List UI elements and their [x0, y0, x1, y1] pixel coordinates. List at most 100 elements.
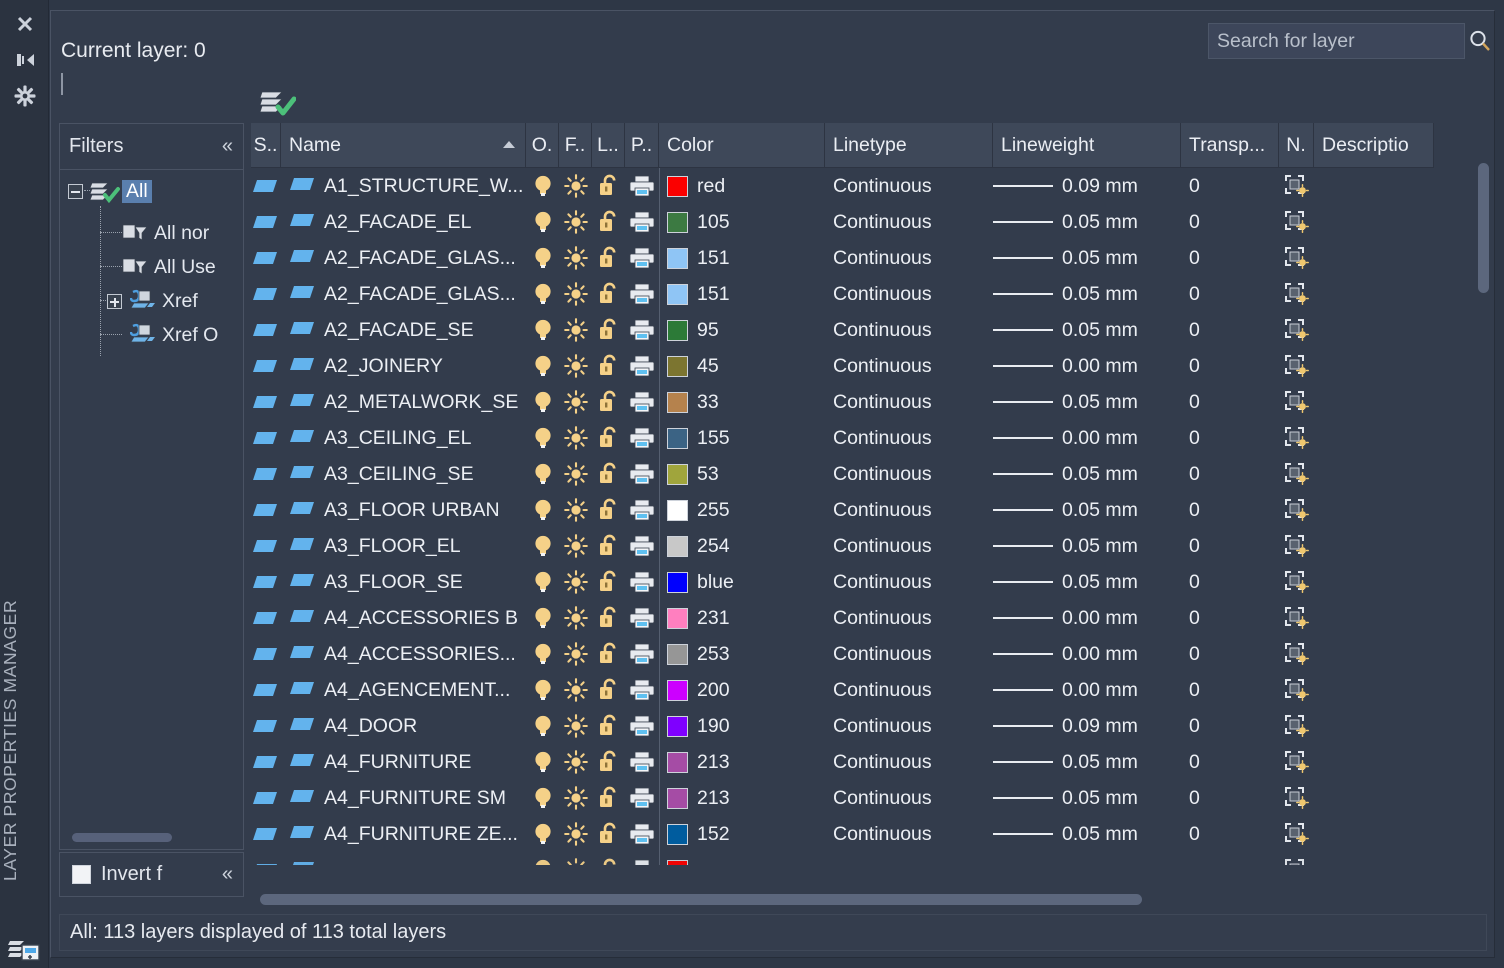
layer-description-cell[interactable] — [1314, 852, 1434, 865]
column-header-linetype[interactable]: Linetype — [825, 123, 993, 168]
layer-transparency-cell[interactable]: 0 — [1181, 456, 1279, 492]
layer-lineweight-cell[interactable]: 0.09 mm — [993, 168, 1181, 204]
layer-status-icon[interactable] — [251, 672, 281, 708]
layer-name-cell[interactable]: A4_FURNITURE SM — [281, 780, 526, 816]
new-vp-freeze-icon[interactable] — [1279, 708, 1314, 744]
layer-linetype-cell[interactable]: Continuous — [825, 744, 993, 780]
layer-transparency-cell[interactable] — [1181, 852, 1279, 865]
layer-color-cell[interactable] — [659, 852, 825, 865]
sun-icon[interactable] — [559, 168, 592, 204]
layer-lineweight-cell[interactable]: 0.05 mm — [993, 528, 1181, 564]
filter-tree-item-all[interactable]: All — [60, 174, 243, 208]
layer-transparency-cell[interactable]: 0 — [1181, 204, 1279, 240]
sun-icon[interactable] — [559, 204, 592, 240]
unlock-icon[interactable] — [592, 780, 625, 816]
layer-description-cell[interactable] — [1314, 420, 1434, 456]
column-header-transparency[interactable]: Transp... — [1181, 123, 1279, 168]
printer-icon[interactable] — [625, 312, 659, 348]
sun-icon[interactable] — [559, 744, 592, 780]
printer-icon[interactable] — [625, 348, 659, 384]
layer-status-icon[interactable] — [251, 816, 281, 852]
layer-description-cell[interactable] — [1314, 384, 1434, 420]
layer-transparency-cell[interactable]: 0 — [1181, 240, 1279, 276]
layer-name-cell[interactable]: A4_ACCESSORIES... — [281, 636, 526, 672]
lightbulb-on-icon[interactable] — [526, 708, 559, 744]
new-vp-freeze-icon[interactable] — [1279, 240, 1314, 276]
printer-icon[interactable] — [625, 780, 659, 816]
layer-status-icon[interactable] — [251, 276, 281, 312]
table-row[interactable]: A4_ACCESSORIES... 253Continuous0.00 mm0 — [251, 636, 1487, 672]
printer-icon[interactable] — [625, 420, 659, 456]
layer-name-cell[interactable]: A3_FLOOR URBAN — [281, 492, 526, 528]
layer-lineweight-cell[interactable]: 0.00 mm — [993, 636, 1181, 672]
layer-status-icon[interactable] — [251, 564, 281, 600]
layer-description-cell[interactable] — [1314, 672, 1434, 708]
unlock-icon[interactable] — [592, 672, 625, 708]
lightbulb-on-icon[interactable] — [526, 168, 559, 204]
layer-status-icon[interactable] — [251, 780, 281, 816]
sun-icon[interactable] — [559, 384, 592, 420]
layer-transparency-cell[interactable]: 0 — [1181, 672, 1279, 708]
column-header-freeze[interactable]: F.. — [559, 123, 592, 168]
sun-icon[interactable] — [559, 456, 592, 492]
layer-name-cell[interactable]: A3_FLOOR_SE — [281, 564, 526, 600]
layer-status-icon[interactable] — [251, 240, 281, 276]
unlock-icon[interactable] — [592, 384, 625, 420]
layer-linetype-cell[interactable] — [825, 852, 993, 865]
collapse-toggle-minus-icon[interactable] — [68, 184, 83, 199]
sun-icon[interactable] — [559, 672, 592, 708]
layer-lineweight-cell[interactable]: 0.05 mm — [993, 456, 1181, 492]
unlock-icon[interactable] — [592, 852, 625, 865]
layer-color-cell[interactable]: 152 — [659, 816, 825, 852]
table-row[interactable]: A4_FURNITURE SM 213Continuous0.05 mm0 — [251, 780, 1487, 816]
column-header-color[interactable]: Color — [659, 123, 825, 168]
layer-linetype-cell[interactable]: Continuous — [825, 420, 993, 456]
table-row[interactable]: A2_FACADE_SE 95Continuous0.05 mm0 — [251, 312, 1487, 348]
table-vscrollbar[interactable] — [1476, 123, 1491, 865]
layer-lineweight-cell[interactable]: 0.05 mm — [993, 240, 1181, 276]
layer-lineweight-cell[interactable]: 0.00 mm — [993, 348, 1181, 384]
layer-description-cell[interactable] — [1314, 600, 1434, 636]
column-header-description[interactable]: Descriptio — [1314, 123, 1434, 168]
layer-color-cell[interactable]: 151 — [659, 276, 825, 312]
printer-icon[interactable] — [625, 204, 659, 240]
layer-color-cell[interactable]: 231 — [659, 600, 825, 636]
layer-name-cell[interactable]: A2_FACADE_EL — [281, 204, 526, 240]
table-row[interactable]: A4_ACCESSORIES B 231Continuous0.00 mm0 — [251, 600, 1487, 636]
printer-icon[interactable] — [625, 240, 659, 276]
new-vp-freeze-icon[interactable] — [1279, 852, 1314, 865]
printer-icon[interactable] — [625, 276, 659, 312]
unlock-icon[interactable] — [592, 276, 625, 312]
table-hscrollbar[interactable] — [251, 889, 1487, 909]
layer-description-cell[interactable] — [1314, 708, 1434, 744]
unlock-icon[interactable] — [592, 348, 625, 384]
layer-color-cell[interactable]: 213 — [659, 744, 825, 780]
table-body[interactable]: A1_STRUCTURE_W... redContinuous0.09 mm0 … — [251, 168, 1487, 865]
layer-name-cell[interactable]: A4_AGENCEMENT... — [281, 672, 526, 708]
sun-icon[interactable] — [559, 492, 592, 528]
lightbulb-on-icon[interactable] — [526, 348, 559, 384]
unlock-icon[interactable] — [592, 456, 625, 492]
table-row[interactable]: A3_FLOOR URBAN 255Continuous0.05 mm0 — [251, 492, 1487, 528]
lightbulb-on-icon[interactable] — [526, 744, 559, 780]
layer-transparency-cell[interactable]: 0 — [1181, 564, 1279, 600]
new-vp-freeze-icon[interactable] — [1279, 204, 1314, 240]
table-row[interactable]: A1_STRUCTURE_W... redContinuous0.09 mm0 — [251, 168, 1487, 204]
layer-linetype-cell[interactable]: Continuous — [825, 456, 993, 492]
new-vp-freeze-icon[interactable] — [1279, 528, 1314, 564]
layer-color-cell[interactable]: 95 — [659, 312, 825, 348]
layer-linetype-cell[interactable]: Continuous — [825, 816, 993, 852]
table-row[interactable]: A2_FACADE_EL 105Continuous0.05 mm0 — [251, 204, 1487, 240]
layer-color-cell[interactable]: 190 — [659, 708, 825, 744]
layer-lineweight-cell[interactable] — [993, 852, 1181, 865]
unlock-icon[interactable] — [592, 564, 625, 600]
layer-color-cell[interactable]: red — [659, 168, 825, 204]
layer-status-icon[interactable] — [251, 204, 281, 240]
search-for-layer-box[interactable] — [1208, 23, 1465, 59]
unlock-icon[interactable] — [592, 600, 625, 636]
table-vscroll-thumb[interactable] — [1478, 163, 1489, 293]
layer-description-cell[interactable] — [1314, 348, 1434, 384]
layer-status-icon[interactable] — [251, 636, 281, 672]
layer-description-cell[interactable] — [1314, 564, 1434, 600]
layer-linetype-cell[interactable]: Continuous — [825, 348, 993, 384]
